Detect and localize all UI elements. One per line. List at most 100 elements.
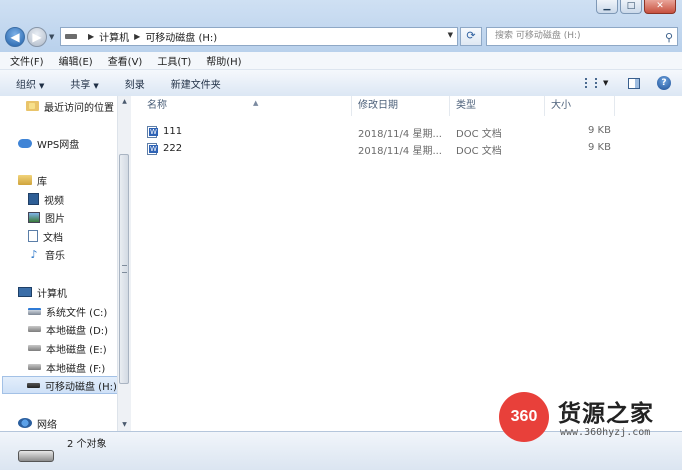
usb-drive-icon <box>18 450 54 462</box>
video-icon <box>28 193 39 205</box>
file-row[interactable]: 111 2018/11/4 星期... DOC 文档 9 KB <box>141 123 671 140</box>
nav-item-video[interactable]: 视频 <box>28 190 64 208</box>
word-document-icon <box>147 125 158 138</box>
nav-label: 文档 <box>43 232 63 244</box>
organize-button[interactable]: 组织 ▼ <box>0 76 54 91</box>
new-folder-button[interactable]: 新建文件夹 <box>155 76 231 91</box>
nav-item-pictures[interactable]: 图片 <box>28 208 65 226</box>
close-button[interactable]: ✕ <box>644 0 676 14</box>
search-input[interactable]: 搜索 可移动磁盘 (H:) ⚲ <box>486 27 678 46</box>
column-label: 名称 <box>147 100 167 111</box>
chevron-right-icon[interactable]: ▶ <box>88 32 94 41</box>
help-icon: ? <box>657 76 671 90</box>
share-button[interactable]: 共享 ▼ <box>54 76 108 91</box>
column-label: 类型 <box>456 100 476 111</box>
file-row[interactable]: 222 2018/11/4 星期... DOC 文档 9 KB <box>141 140 671 157</box>
chevron-right-icon[interactable]: ▶ <box>134 32 140 41</box>
address-bar[interactable]: ▶ 计算机 ▶ 可移动磁盘 (H:) ▼ <box>60 27 458 46</box>
maximize-button[interactable]: □ <box>620 0 642 14</box>
nav-label: 网络 <box>37 419 57 431</box>
menu-tools[interactable]: 工具(T) <box>147 53 196 68</box>
network-icon <box>18 418 32 428</box>
nav-item-drive-d[interactable]: 本地磁盘 (D:) <box>28 320 108 338</box>
scrollbar-thumb[interactable] <box>119 154 129 384</box>
grip-icon <box>122 265 127 273</box>
menu-help[interactable]: 帮助(H) <box>196 53 246 68</box>
nav-item-drive-f[interactable]: 本地磁盘 (F:) <box>28 358 105 376</box>
item-count: 2 个对象 <box>67 439 107 450</box>
menu-edit[interactable]: 编辑(E) <box>49 53 98 68</box>
menu-bar: 文件(F) 编辑(E) 查看(V) 工具(T) 帮助(H) <box>0 52 682 70</box>
organize-label: 组织 <box>16 79 36 91</box>
file-modified: 2018/11/4 星期... <box>358 146 442 157</box>
forward-button[interactable]: ▶ <box>27 27 47 47</box>
cloud-icon <box>18 138 32 148</box>
arrow-right-icon: ▶ <box>32 30 42 44</box>
minimize-button[interactable]: ▁ <box>596 0 618 14</box>
menu-file[interactable]: 文件(F) <box>0 53 49 68</box>
help-button[interactable]: ? <box>657 73 671 93</box>
nav-item-library[interactable]: 库 <box>18 171 47 189</box>
address-dropdown-icon[interactable]: ▼ <box>448 31 453 39</box>
nav-label: 可移动磁盘 (H:) <box>45 381 117 393</box>
file-list: 名称 ▲ 修改日期 类型 大小 111 2018/11/4 星期... DOC … <box>131 96 682 431</box>
nav-item-drive-h[interactable]: 可移动磁盘 (H:) <box>2 376 118 394</box>
breadcrumb-removable-disk[interactable]: 可移动磁盘 (H:) <box>145 29 217 44</box>
navigation-scrollbar[interactable]: ▲ ▼ <box>117 96 131 431</box>
drive-icon <box>65 34 77 39</box>
nav-label: 计算机 <box>37 288 67 300</box>
nav-label: 音乐 <box>45 250 65 262</box>
hard-drive-icon <box>28 364 41 370</box>
nav-item-wps[interactable]: WPS网盘 <box>18 134 79 152</box>
nav-label: 系统文件 (C:) <box>46 307 108 319</box>
nav-label: 视频 <box>44 195 64 207</box>
caret-down-icon: ▼ <box>39 81 45 90</box>
watermark-title: 货源之家 <box>558 401 654 427</box>
sort-ascending-icon: ▲ <box>253 99 259 107</box>
scroll-up-icon[interactable]: ▲ <box>118 96 131 108</box>
picture-icon <box>28 211 40 223</box>
recent-places-icon <box>26 101 39 111</box>
view-list-icon <box>585 78 597 88</box>
column-header-size[interactable]: 大小 <box>545 96 615 116</box>
document-icon <box>28 230 38 242</box>
burn-button[interactable]: 刻录 <box>109 76 155 91</box>
scroll-down-icon[interactable]: ▼ <box>118 419 131 431</box>
nav-label: 库 <box>37 176 47 188</box>
computer-icon <box>18 287 32 297</box>
watermark-logo: 360 <box>499 392 549 442</box>
hard-drive-icon <box>28 326 41 332</box>
nav-label: WPS网盘 <box>37 139 80 151</box>
nav-item-documents[interactable]: 文档 <box>28 227 63 245</box>
file-size: 9 KB <box>588 125 611 136</box>
file-size: 9 KB <box>588 142 611 153</box>
library-icon <box>18 175 32 185</box>
breadcrumb-computer[interactable]: 计算机 <box>99 29 129 44</box>
nav-item-computer[interactable]: 计算机 <box>18 283 67 301</box>
preview-pane-button[interactable] <box>628 73 640 93</box>
caret-down-icon: ▼ <box>93 81 99 90</box>
nav-label: 本地磁盘 (F:) <box>46 363 106 375</box>
change-view-button[interactable]: ▼ <box>585 73 608 93</box>
refresh-button[interactable]: ⟳ <box>460 27 482 46</box>
search-icon[interactable]: ⚲ <box>665 29 673 46</box>
navigation-pane: 最近访问的位置 WPS网盘 库 视频 图片 文档 ♪ 音乐 计算机 系统文件 (C… <box>0 96 130 431</box>
preview-pane-icon <box>628 77 640 89</box>
command-bar: 组织 ▼ 共享 ▼ 刻录 新建文件夹 ▼ ? <box>0 70 682 97</box>
column-header-modified[interactable]: 修改日期 <box>352 96 450 116</box>
nav-label: 最近访问的位置 <box>44 102 114 114</box>
caret-down-icon: ▼ <box>603 79 609 87</box>
recent-pages-dropdown[interactable]: ▼ <box>49 33 54 41</box>
menu-view[interactable]: 查看(V) <box>98 53 148 68</box>
column-label: 修改日期 <box>358 100 398 111</box>
nav-item-recent[interactable]: 最近访问的位置 <box>26 97 114 115</box>
word-document-icon <box>147 142 158 155</box>
nav-item-music[interactable]: ♪ 音乐 <box>28 245 65 263</box>
nav-item-drive-c[interactable]: 系统文件 (C:) <box>28 302 107 320</box>
file-type: DOC 文档 <box>456 129 502 140</box>
column-header-type[interactable]: 类型 <box>450 96 545 116</box>
column-header-name[interactable]: 名称 ▲ <box>141 96 352 116</box>
back-button[interactable]: ◀ <box>5 27 25 47</box>
nav-item-network[interactable]: 网络 <box>18 414 57 431</box>
nav-item-drive-e[interactable]: 本地磁盘 (E:) <box>28 339 107 357</box>
